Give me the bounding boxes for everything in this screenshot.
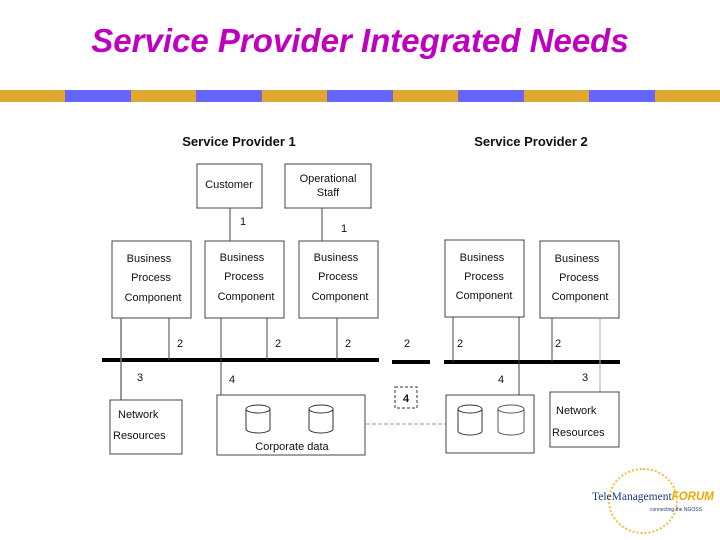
logo-tagline: connecting the NGOSS	[650, 507, 702, 513]
interface-label: 4	[403, 393, 410, 405]
provider2-heading: Service Provider 2	[474, 134, 587, 149]
interface-label: 2	[555, 338, 561, 350]
bpc-box: Business Process Component	[539, 240, 620, 319]
operational-staff-label-line1: Operational	[300, 173, 357, 185]
bpc-label: Process	[318, 271, 358, 283]
database-icon	[457, 404, 483, 436]
operational-staff-box: Operational Staff	[284, 163, 372, 209]
bpc-label: Business	[220, 252, 265, 264]
bpc-label: Component	[312, 291, 369, 303]
interface-label: 2	[457, 338, 463, 350]
bpc-label: Business	[555, 253, 600, 265]
interface-label: 4	[498, 374, 504, 386]
interface-label: 2	[404, 338, 410, 350]
database-icon	[497, 404, 525, 436]
bpc-box: Business Process Component	[111, 240, 192, 319]
integration-bus	[102, 358, 620, 364]
interface-label: 2	[177, 338, 183, 350]
staff-link-label: 1	[341, 223, 347, 235]
network-resources-label: Resources	[113, 430, 166, 442]
bpc-label: Process	[464, 271, 504, 283]
customer-box: Customer	[196, 163, 263, 209]
interface-label: 3	[137, 372, 143, 384]
network-resources-label: Network	[118, 409, 159, 421]
integration-diagram: Service Provider 1 Service Provider 2 Cu…	[102, 134, 620, 456]
network-resources-label: Resources	[552, 427, 605, 439]
inter-provider-data-link: 4	[366, 386, 446, 425]
customer-link-label: 1	[240, 216, 246, 228]
network-resources-box: Network Resources	[109, 399, 183, 455]
bpc-box: Business Process Component	[204, 240, 285, 319]
interface-label: 2	[345, 338, 351, 350]
bpc-box: Business Process Component	[444, 239, 525, 318]
logo-wordmark: TeleManagementFORUM	[592, 491, 714, 503]
bpc-label: Component	[552, 291, 609, 303]
network-resources-box: Network Resources	[549, 391, 620, 448]
interface-label: 4	[229, 374, 235, 386]
corporate-data-label: Corporate data	[255, 441, 329, 453]
bpc-label: Business	[314, 252, 359, 264]
operational-staff-label-line2: Staff	[317, 187, 340, 199]
logo-name-part1: TeleManagement	[592, 491, 672, 503]
network-resources-label: Network	[556, 405, 597, 417]
bpc-label: Component	[456, 290, 513, 302]
provider1-heading: Service Provider 1	[182, 134, 295, 149]
customer-label: Customer	[205, 179, 253, 191]
database-icon	[245, 404, 271, 434]
bpc-label: Process	[224, 271, 264, 283]
corporate-data-box	[445, 394, 535, 454]
bpc-label: Process	[131, 272, 171, 284]
corporate-data-box: Corporate data	[216, 394, 366, 456]
bpc-label: Business	[127, 253, 172, 265]
telemanagement-forum-logo: TeleManagementFORUM connecting the NGOSS	[584, 464, 714, 534]
bpc-label: Component	[218, 291, 275, 303]
interface-label: 3	[582, 372, 588, 384]
logo-name-part2: FORUM	[671, 491, 714, 503]
bpc-box: Business Process Component	[298, 240, 379, 319]
bpc-label: Business	[460, 252, 505, 264]
database-icon	[308, 404, 334, 434]
bpc-label: Process	[559, 272, 599, 284]
interface-label: 2	[275, 338, 281, 350]
bpc-label: Component	[125, 292, 182, 304]
